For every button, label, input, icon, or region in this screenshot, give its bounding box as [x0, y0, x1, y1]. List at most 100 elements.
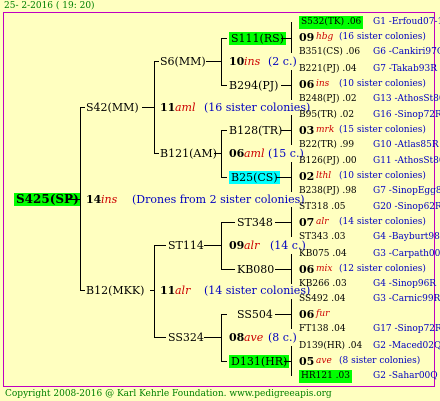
- g3-b: B121(AM): [160, 147, 217, 160]
- g5-origin-top: G1 -Erfoud07-1Q: [373, 17, 440, 27]
- connector: [275, 314, 291, 315]
- root-bracket: [80, 107, 81, 290]
- g5-drone-race: hbg: [316, 32, 334, 42]
- dam-bot-drone-num: 11: [160, 284, 176, 297]
- g5-sire-bot: B351(CS) .06: [299, 47, 361, 57]
- bracket: [291, 299, 292, 329]
- g3-a-note: (2 c.): [268, 55, 297, 68]
- root-connector: [68, 199, 80, 200]
- bracket: [221, 222, 222, 269]
- bracket-tick: [221, 222, 235, 223]
- g5-drone-race: mix: [316, 264, 333, 274]
- bracket: [291, 254, 292, 284]
- g5-drone-num: 07: [299, 216, 315, 229]
- g5-drone-num: 09: [299, 31, 315, 44]
- dam-bot-drone-race: alr: [175, 284, 191, 297]
- g5-origin-bot: G6 -Cankiri97Q: [373, 47, 440, 57]
- dam-top-drone-note: (16 sister colonies): [204, 101, 311, 114]
- connector: [281, 85, 291, 86]
- g4-a2: B294(PJ): [229, 79, 279, 92]
- g5-sire-top: ST318 .05: [299, 202, 346, 212]
- connector: [276, 177, 291, 178]
- g5-drone-num: 06: [299, 308, 315, 321]
- dam-top: S42(MM): [86, 101, 139, 114]
- g5-origin-bot: G4 -Bayburt98-3: [373, 232, 440, 242]
- g3-a: S6(MM): [160, 55, 206, 68]
- bracket-tick: [221, 130, 227, 131]
- g5-drone-note: (10 sister colonies): [339, 171, 426, 181]
- root-drone-note: (Drones from 2 sister colonies): [132, 193, 305, 206]
- g3-b-num: 06: [229, 147, 245, 160]
- bracket: [291, 162, 292, 192]
- g5-drone-note: (8 sister colonies): [339, 356, 421, 366]
- bracket-tick: [221, 269, 235, 270]
- g3-d-race: ave: [244, 331, 264, 344]
- g5-sire-top: SS492 .04: [299, 294, 346, 304]
- bracket: [291, 346, 292, 376]
- g3-c-num: 09: [229, 239, 245, 252]
- g5-origin-bot: G10 -Atlas85R: [373, 140, 439, 150]
- g3-a-num: 10: [229, 55, 245, 68]
- dam-top-bracket: [154, 61, 155, 153]
- g5-sire-bot: KB266 .03: [299, 279, 347, 289]
- g5-sire-bot: B22(TR) .99: [299, 140, 355, 150]
- g5-sire-top: B221(PJ) .04: [299, 64, 357, 74]
- bracket-tick: [154, 153, 159, 154]
- connector: [206, 61, 221, 62]
- g4-d1: SS504: [237, 308, 273, 321]
- connector: [214, 153, 221, 154]
- g5-sire-bot: B238(PJ) .98: [299, 186, 357, 196]
- g5-sire-bot: HR121 .03: [299, 370, 352, 383]
- g5-sire-bot: B248(PJ) .02: [299, 94, 357, 104]
- connector: [204, 245, 221, 246]
- connector: [281, 130, 291, 131]
- dam-bot-bracket: [154, 245, 155, 337]
- g5-drone-race: ave: [316, 356, 332, 366]
- g5-origin-bot: G13 -AthosSt80R: [373, 94, 440, 104]
- g3-a-race: ins: [244, 55, 261, 68]
- g3-d-note: (8 c.): [268, 331, 297, 344]
- g5-drone-note: (16 sister colonies): [339, 32, 426, 42]
- g5-sire-bot: ST343 .03: [299, 232, 346, 242]
- g4-a1: S111(RS): [229, 32, 286, 45]
- g4-b1: B128(TR): [229, 124, 283, 137]
- connector: [284, 361, 291, 362]
- g5-drone-race: alr: [316, 217, 329, 227]
- root-branch-bot: [80, 290, 85, 291]
- g5-drone-note: (15 sister colonies): [339, 125, 426, 135]
- root-drone-num: 14: [86, 193, 102, 206]
- bracket-tick: [154, 61, 159, 62]
- g3-b-race: aml: [244, 147, 265, 160]
- g4-d2: D131(HR): [229, 355, 290, 368]
- g5-origin-top: G20 -Sinop62R: [373, 202, 440, 212]
- dam-top-drone-num: 11: [160, 101, 176, 114]
- connector: [275, 222, 291, 223]
- bracket-tick: [221, 314, 227, 315]
- g5-origin-top: G3 -Carpath00R: [373, 249, 440, 259]
- dam-bot: B12(MKK): [86, 284, 145, 297]
- g5-drone-num: 03: [299, 124, 315, 137]
- g5-origin-top: G3 -Carnic99R: [373, 294, 440, 304]
- g5-drone-num: 02: [299, 170, 315, 183]
- bracket-tick: [154, 337, 166, 338]
- bracket-tick: [221, 361, 227, 362]
- bracket-tick: [221, 177, 227, 178]
- g5-sire-top: KB075 .04: [299, 249, 347, 259]
- g5-origin-top: G11 -AthosSt80R: [373, 156, 440, 166]
- g4-c1: ST348: [237, 216, 273, 229]
- footer-copyright: Copyright 2008-2016 @ Karl Kehrle Founda…: [5, 389, 332, 399]
- bracket-tick: [221, 38, 227, 39]
- dam-top-drone-race: aml: [175, 101, 196, 114]
- root-branch-top: [80, 107, 85, 108]
- g5-drone-note: (12 sister colonies): [339, 264, 426, 274]
- g5-origin-bot: G2 -Sahar00Q: [373, 371, 438, 381]
- bracket: [221, 314, 222, 361]
- g5-drone-race: ins: [316, 79, 330, 89]
- root-drone-race: ins: [101, 193, 118, 206]
- dam-bot-drone-note: (14 sister colonies): [204, 284, 311, 297]
- g5-origin-bot: G7 -SinopEgg86R: [373, 186, 440, 196]
- g5-drone-num: 06: [299, 263, 315, 276]
- bracket-tick: [221, 85, 227, 86]
- g5-origin-top: G16 -Sinop72R: [373, 110, 440, 120]
- g5-drone-race: fur: [316, 309, 330, 319]
